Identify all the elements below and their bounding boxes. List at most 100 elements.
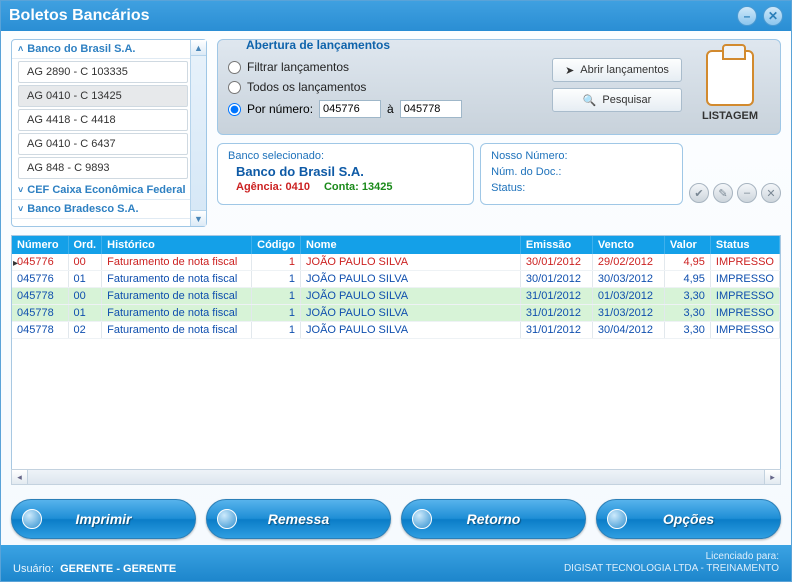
cell-val: 3,30 <box>664 288 710 305</box>
cell-emi: 30/01/2012 <box>520 271 592 288</box>
opcoes-button[interactable]: Opções <box>596 499 781 539</box>
cell-ven: 29/02/2012 <box>592 254 664 271</box>
bank-account-item[interactable]: AG 0410 - C 13425 <box>18 85 188 107</box>
nosso-numero-label: Nosso Número: <box>491 150 567 162</box>
pesquisar-button[interactable]: 🔍 Pesquisar <box>552 88 682 112</box>
scroll-left-button[interactable]: ◂ <box>12 470 28 484</box>
col-vencto[interactable]: Vencto <box>592 236 664 254</box>
cell-numero: 045778 <box>12 305 68 322</box>
cell-val: 4,95 <box>664 271 710 288</box>
col-emissao[interactable]: Emissão <box>520 236 592 254</box>
nav-last-button[interactable]: ✕ <box>761 183 781 203</box>
filter-group: Abertura de lançamentos Filtrar lançamen… <box>217 39 781 135</box>
cell-ord: 01 <box>68 271 102 288</box>
bank-account-item[interactable]: AG 0410 - C 6437 <box>18 133 188 155</box>
button-label: Opções <box>663 511 714 527</box>
cell-nome: JOÃO PAULO SILVA <box>301 254 521 271</box>
bank-account-item[interactable]: AG 848 - C 9893 <box>18 157 188 179</box>
record-nav-buttons: ✔ ✎ – ✕ <box>689 143 781 205</box>
button-label: Abrir lançamentos <box>580 64 669 76</box>
open-icon: ➤ <box>565 64 574 77</box>
listagem-button[interactable]: LISTAGEM <box>690 50 770 122</box>
cell-ven: 30/03/2012 <box>592 271 664 288</box>
bank-account-item[interactable]: AG 2890 - C 103335 <box>18 61 188 83</box>
num-from-input[interactable] <box>319 100 381 118</box>
cell-cod: 1 <box>252 305 301 322</box>
cell-cod: 1 <box>252 254 301 271</box>
cell-cod: 1 <box>252 271 301 288</box>
close-button[interactable]: ✕ <box>763 6 783 26</box>
current-row-indicator-icon: ▸ <box>13 258 18 269</box>
status-label: Status: <box>491 182 525 194</box>
cell-st: IMPRESSO <box>710 271 779 288</box>
cell-hist: Faturamento de nota fiscal <box>102 305 252 322</box>
table-row[interactable]: 04577600Faturamento de nota fiscal1JOÃO … <box>12 254 780 271</box>
bank-scrollbar[interactable]: ▲ ▼ <box>190 40 206 226</box>
cell-ord: 00 <box>68 288 102 305</box>
button-label: Retorno <box>467 511 521 527</box>
col-numero[interactable]: Número <box>12 236 68 254</box>
cell-ord: 01 <box>68 305 102 322</box>
remessa-button[interactable]: Remessa <box>206 499 391 539</box>
radio-filtrar-input[interactable] <box>228 61 241 74</box>
abrir-lancamentos-button[interactable]: ➤ Abrir lançamentos <box>552 58 682 82</box>
boletos-grid[interactable]: Número Ord. Histórico Código Nome Emissã… <box>12 236 780 339</box>
chevron-up-icon: ˄ <box>18 44 23 54</box>
radio-todos-input[interactable] <box>228 81 241 94</box>
col-nome[interactable]: Nome <box>301 236 521 254</box>
col-ord[interactable]: Ord. <box>68 236 102 254</box>
grid-h-scrollbar[interactable]: ◂ ▸ <box>11 469 781 485</box>
table-row[interactable]: 04577601Faturamento de nota fiscal1JOÃO … <box>12 271 780 288</box>
table-row[interactable]: 04577801Faturamento de nota fiscal1JOÃO … <box>12 305 780 322</box>
filter-legend: Abertura de lançamentos <box>242 38 394 52</box>
cell-cod: 1 <box>252 288 301 305</box>
radio-filtrar[interactable]: Filtrar lançamentos <box>228 60 534 74</box>
bank-account-item[interactable]: AG 4418 - C 4418 <box>18 109 188 131</box>
radio-label: Filtrar lançamentos <box>247 60 349 74</box>
table-row[interactable]: 04577802Faturamento de nota fiscal1JOÃO … <box>12 322 780 339</box>
num-doc-label: Núm. do Doc.: <box>491 166 561 178</box>
close-icon: ✕ <box>768 9 778 23</box>
clipboard-icon <box>706 50 754 106</box>
nav-next-button[interactable]: – <box>737 183 757 203</box>
cell-ord: 00 <box>68 254 102 271</box>
radio-label: Por número: <box>247 102 313 116</box>
bank-list[interactable]: ▲ ▼ ˄Banco do Brasil S.A. AG 2890 - C 10… <box>12 40 206 226</box>
bank-group-bb[interactable]: ˄Banco do Brasil S.A. <box>12 40 206 59</box>
col-valor[interactable]: Valor <box>664 236 710 254</box>
retorno-button[interactable]: Retorno <box>401 499 586 539</box>
button-label: Pesquisar <box>602 94 651 106</box>
scroll-right-button[interactable]: ▸ <box>764 470 780 484</box>
selected-bank-name: Banco do Brasil S.A. <box>236 164 463 179</box>
bank-group-bradesco[interactable]: ˅Banco Bradesco S.A. <box>12 200 206 219</box>
scroll-up-button[interactable]: ▲ <box>191 40 206 56</box>
bank-group-cef[interactable]: ˅CEF Caixa Econômica Federal <box>12 181 206 200</box>
cell-val: 3,30 <box>664 322 710 339</box>
search-icon: 🔍 <box>583 94 597 107</box>
minimize-button[interactable]: – <box>737 6 757 26</box>
table-row[interactable]: 04577800Faturamento de nota fiscal1JOÃO … <box>12 288 780 305</box>
col-status[interactable]: Status <box>710 236 779 254</box>
nav-first-button[interactable]: ✔ <box>689 183 709 203</box>
cell-val: 4,95 <box>664 254 710 271</box>
cell-numero: 045778 <box>12 288 68 305</box>
radio-label: Todos os lançamentos <box>247 80 366 94</box>
cell-emi: 31/01/2012 <box>520 322 592 339</box>
cell-emi: 31/01/2012 <box>520 288 592 305</box>
title-bar: Boletos Bancários – ✕ <box>1 1 791 31</box>
chevron-down-icon: ˅ <box>18 185 23 195</box>
nav-prev-button[interactable]: ✎ <box>713 183 733 203</box>
cell-st: IMPRESSO <box>710 254 779 271</box>
grid-panel: ▸ Número Ord. Histórico Código Nome Emis… <box>11 235 781 485</box>
radio-por-numero-input[interactable] <box>228 103 241 116</box>
bank-group-label: Banco Bradesco S.A. <box>27 203 138 215</box>
col-historico[interactable]: Histórico <box>102 236 252 254</box>
cell-st: IMPRESSO <box>710 305 779 322</box>
imprimir-button[interactable]: Imprimir <box>11 499 196 539</box>
cell-nome: JOÃO PAULO SILVA <box>301 271 521 288</box>
radio-todos[interactable]: Todos os lançamentos <box>228 80 534 94</box>
col-codigo[interactable]: Código <box>252 236 301 254</box>
cell-nome: JOÃO PAULO SILVA <box>301 288 521 305</box>
num-to-input[interactable] <box>400 100 462 118</box>
scroll-down-button[interactable]: ▼ <box>191 210 206 226</box>
